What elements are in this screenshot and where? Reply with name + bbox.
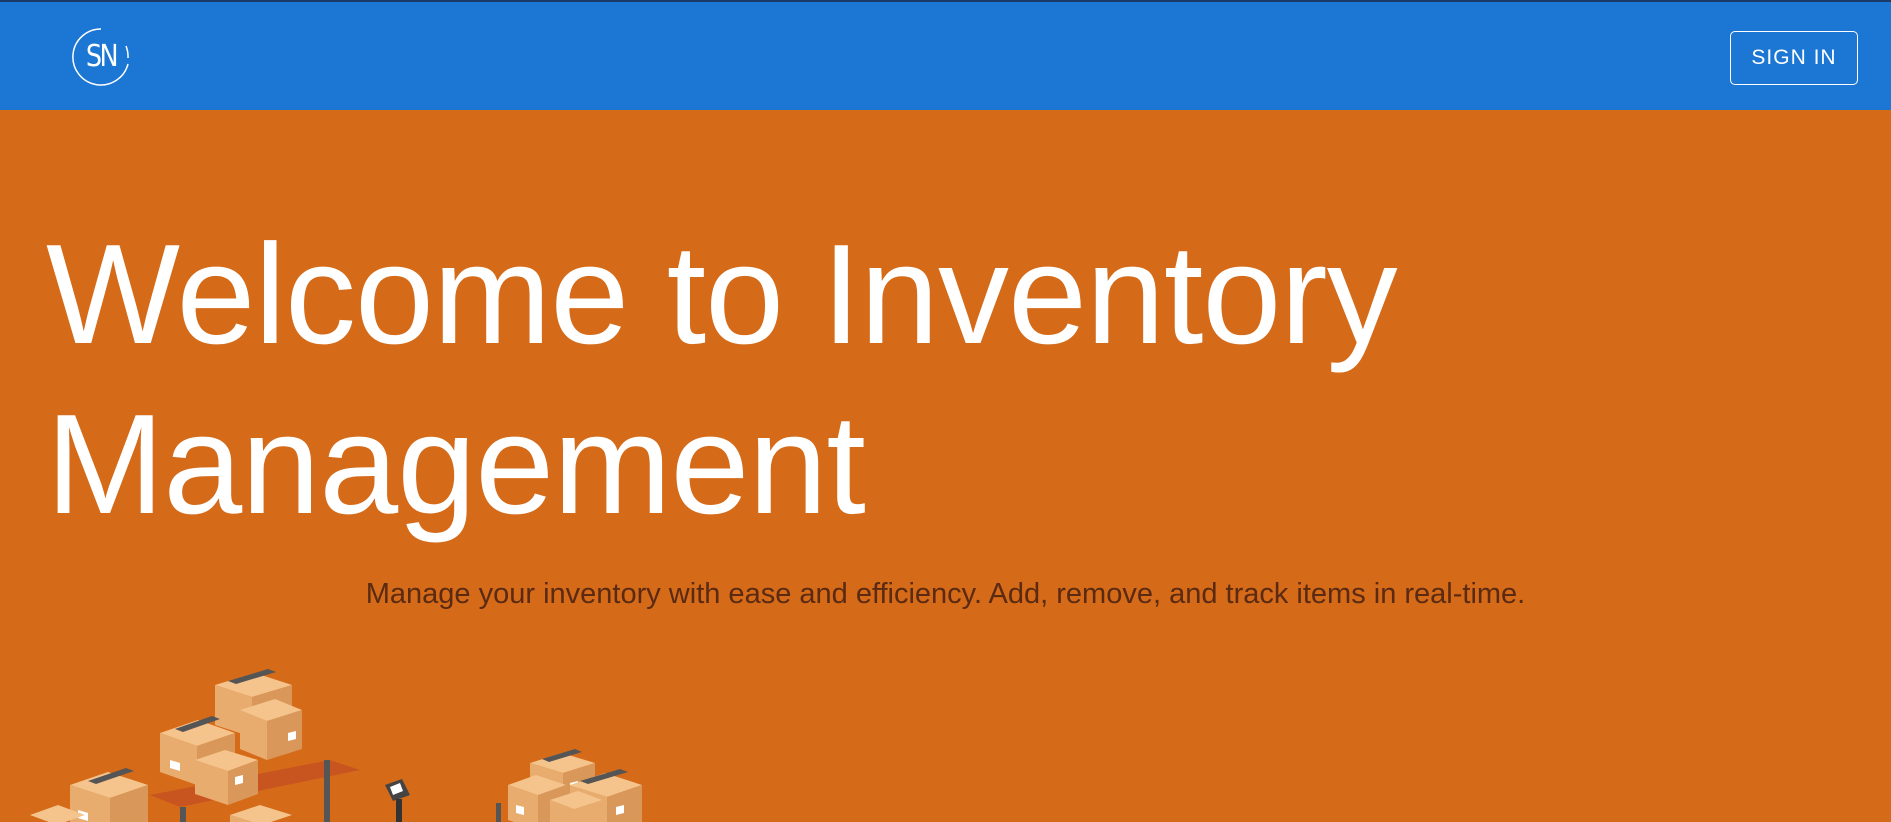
logo[interactable]: SN <box>70 26 132 88</box>
hero-section: Welcome to Inventory Management Manage y… <box>0 110 1891 822</box>
top-app-bar: SN SIGN IN <box>0 0 1891 110</box>
box-stack-right <box>496 749 642 822</box>
scanner-icon <box>385 779 410 822</box>
hero-title: Welcome to Inventory Management <box>46 215 1398 544</box>
sign-in-button[interactable]: SIGN IN <box>1730 31 1858 85</box>
warehouse-boxes-illustration <box>30 669 642 822</box>
hero-subtitle: Manage your inventory with ease and effi… <box>365 578 1526 610</box>
logo-text: SN <box>85 39 119 74</box>
